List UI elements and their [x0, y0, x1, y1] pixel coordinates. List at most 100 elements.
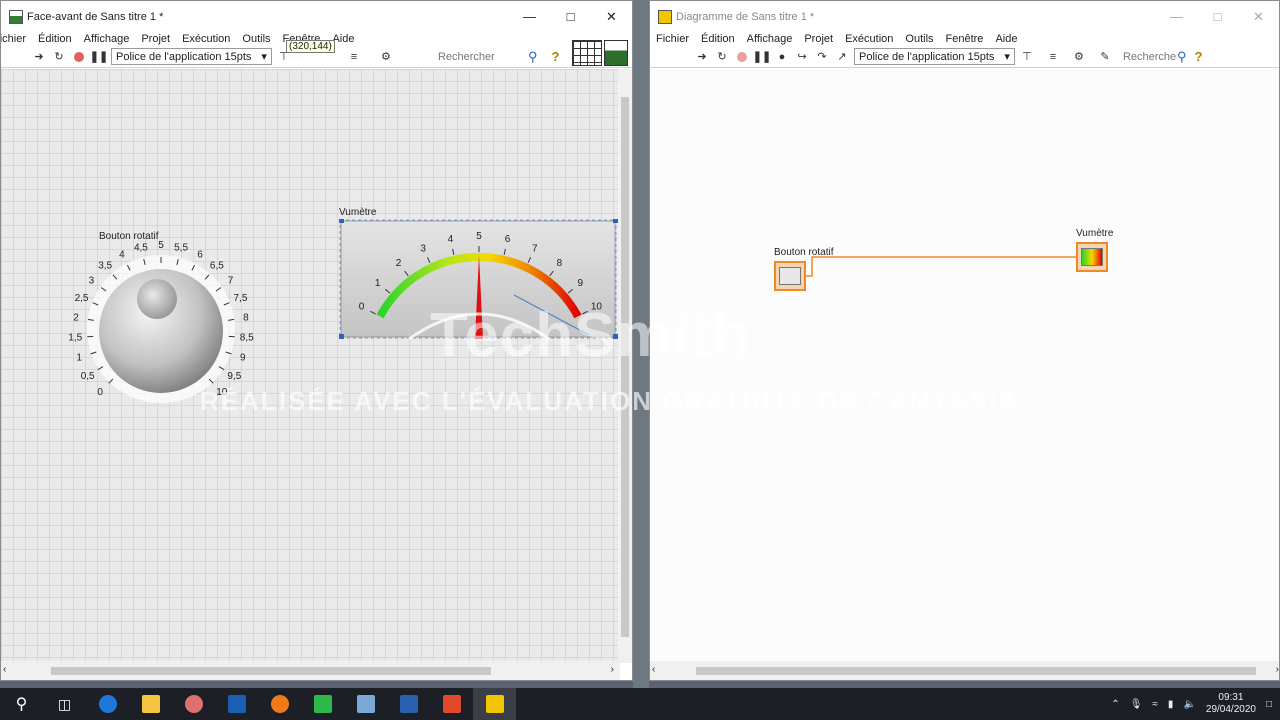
file-explorer-icon[interactable] — [129, 688, 172, 720]
highlight-execution-icon[interactable]: ● — [774, 49, 790, 65]
knob-scale-label: 4 — [119, 249, 125, 260]
reorder-icon[interactable]: ⚙ — [378, 49, 394, 65]
scroll-left-icon[interactable]: ‹ — [652, 664, 655, 675]
front-menu-0[interactable]: Fichier — [1, 33, 32, 45]
task-view-icon[interactable]: ◫ — [43, 688, 86, 720]
step-out-icon[interactable]: ↗ — [834, 49, 850, 65]
step-into-icon[interactable]: ↪ — [794, 49, 810, 65]
search-icon[interactable]: ⚲ — [528, 49, 538, 65]
front-menu-3[interactable]: Projet — [135, 33, 176, 45]
watermark-brand: TechSmith — [430, 301, 752, 370]
diagram-window-title: Diagramme de Sans titre 1 * — [676, 10, 815, 23]
run-continuous-icon[interactable]: ↻ — [51, 49, 67, 65]
vi-icon[interactable] — [604, 40, 628, 66]
minimize-button[interactable]: — — [509, 1, 550, 32]
reorder-icon[interactable]: ⚙ — [1071, 49, 1087, 65]
paint-icon[interactable] — [172, 688, 215, 720]
connector-pane-icon[interactable] — [572, 40, 602, 66]
chevron-down-icon: ▾ — [1004, 51, 1010, 63]
step-over-icon[interactable]: ↷ — [814, 49, 830, 65]
front-titlebar[interactable]: Face-avant de Sans titre 1 * — □ ✕ — [1, 1, 632, 32]
meter-scale-label: 0 — [359, 302, 365, 313]
help-icon[interactable]: ? — [1194, 49, 1202, 64]
help-icon[interactable]: ? — [551, 49, 559, 64]
knob-scale-label: 2,5 — [75, 293, 89, 304]
cleanup-icon[interactable]: ✎ — [1097, 49, 1113, 65]
wifi-icon[interactable]: ≈ — [1152, 699, 1158, 710]
notification-icon[interactable]: □ — [1266, 699, 1272, 710]
knob-scale-label: 0,5 — [81, 371, 95, 382]
knob-scale-label: 9 — [240, 353, 246, 364]
chevron-up-icon[interactable]: ⌃ — [1111, 699, 1119, 710]
diagram-menu-2[interactable]: Affichage — [741, 33, 799, 45]
diagram-menu-0[interactable]: Fichier — [650, 33, 695, 45]
knob-scale-label: 6 — [197, 249, 203, 260]
meter-label: Vumètre — [339, 207, 377, 218]
diagram-menu-1[interactable]: Édition — [695, 33, 741, 45]
microphone-icon[interactable]: 🎙 — [1130, 699, 1143, 710]
front-search[interactable]: Rechercher ⚲ ? — [438, 49, 559, 65]
diagram-menu-7[interactable]: Aide — [989, 33, 1023, 45]
search-input[interactable]: Rechercher — [438, 51, 528, 63]
scroll-left-icon[interactable]: ‹ — [3, 664, 6, 675]
edge-icon[interactable] — [86, 688, 129, 720]
distribute-icon[interactable]: ≡ — [346, 49, 362, 65]
diagram-menu-4[interactable]: Exécution — [839, 33, 899, 45]
camtasia-icon[interactable] — [301, 688, 344, 720]
run-arrow-icon[interactable]: ➜ — [31, 49, 47, 65]
diagram-toolbar: ➜ ↻ ❚❚ ● ↪ ↷ ↗ Police de l'application 1… — [650, 46, 1279, 68]
run-arrow-icon[interactable]: ➜ — [694, 49, 710, 65]
font-select-value: Police de l'application 15pts — [859, 50, 995, 63]
outlook-icon[interactable] — [215, 688, 258, 720]
pause-icon[interactable]: ❚❚ — [753, 49, 771, 65]
meter-scale-label: 8 — [557, 258, 563, 269]
pause-icon[interactable]: ❚❚ — [90, 49, 108, 65]
coords-tooltip: (320,144) — [286, 40, 335, 53]
diagram-menu-3[interactable]: Projet — [798, 33, 839, 45]
abort-icon[interactable] — [734, 49, 750, 65]
front-menu-2[interactable]: Affichage — [78, 33, 136, 45]
diagram-titlebar[interactable]: Diagramme de Sans titre 1 * — □ ✕ — [650, 1, 1279, 32]
diagram-menu-5[interactable]: Outils — [899, 33, 939, 45]
battery-icon[interactable]: ▮ — [1168, 699, 1174, 710]
camtasia-recorder-icon[interactable] — [430, 688, 473, 720]
knob-scale-label: 5 — [158, 240, 164, 251]
front-toolbar: ➜ ↻ ❚❚ Police de l'application 15pts ▾ ⊤ … — [1, 40, 632, 68]
search-icon[interactable]: ⚲ — [0, 688, 43, 720]
clock[interactable]: 09:31 29/04/2020 — [1206, 692, 1256, 716]
front-menu-4[interactable]: Exécution — [176, 33, 236, 45]
diagram-minimize-button[interactable]: — — [1156, 1, 1197, 32]
diagram-font-select[interactable]: Police de l'application 15pts ▾ — [854, 48, 1015, 65]
abort-icon[interactable] — [71, 49, 87, 65]
meter-scale-label: 5 — [476, 231, 482, 242]
meter-scale-label: 3 — [420, 243, 426, 254]
meter-scale-label: 2 — [396, 258, 402, 269]
meter-scale-label: 1 — [375, 278, 381, 289]
front-horizontal-scrollbar[interactable]: ‹ › — [1, 661, 620, 680]
maximize-button[interactable]: □ — [550, 1, 591, 32]
run-continuous-icon[interactable]: ↻ — [714, 49, 730, 65]
knob-scale-label: 4,5 — [134, 242, 148, 253]
front-font-select[interactable]: Police de l'application 15pts ▾ — [111, 48, 272, 65]
photo-icon[interactable] — [344, 688, 387, 720]
close-button[interactable]: ✕ — [591, 1, 632, 32]
diagram-horizontal-scrollbar[interactable]: ‹ › — [650, 661, 1279, 680]
firefox-icon[interactable] — [258, 688, 301, 720]
scroll-right-icon[interactable]: › — [611, 664, 614, 675]
front-menu-5[interactable]: Outils — [236, 33, 276, 45]
search-input[interactable]: Rechercher — [1123, 51, 1177, 63]
diagram-search[interactable]: Rechercher ⚲ ? — [1123, 49, 1202, 65]
labview-icon[interactable] — [473, 688, 516, 720]
word-icon[interactable] — [387, 688, 430, 720]
diagram-maximize-button[interactable]: □ — [1197, 1, 1238, 32]
watermark-text: RÉALISÉE AVEC L'ÉVALUATION GRATUITE DE C… — [200, 386, 1020, 416]
scroll-right-icon[interactable]: › — [1276, 664, 1279, 675]
align-icon[interactable]: ⊤ — [1019, 49, 1035, 65]
diagram-close-button[interactable]: ✕ — [1238, 1, 1279, 32]
diagram-menu-6[interactable]: Fenêtre — [940, 33, 990, 45]
distribute-icon[interactable]: ≡ — [1045, 49, 1061, 65]
volume-icon[interactable]: 🔈 — [1183, 699, 1195, 710]
front-menu-1[interactable]: Édition — [32, 33, 78, 45]
search-icon[interactable]: ⚲ — [1177, 49, 1187, 65]
diagram-app-icon — [658, 9, 672, 24]
